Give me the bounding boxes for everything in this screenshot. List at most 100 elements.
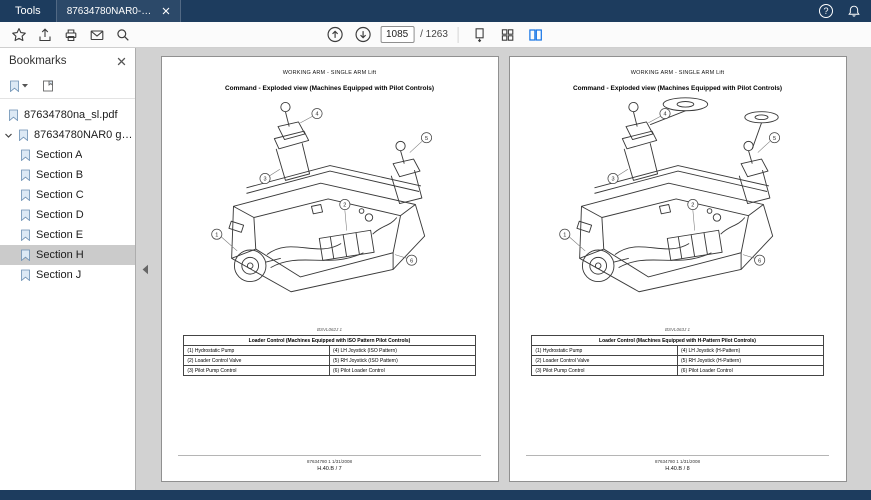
page-header: WORKING ARM - SINGLE ARM Lift — [282, 70, 377, 76]
table-caption: Loader Control (Machines Equipped with H… — [531, 335, 824, 346]
expand-current-bookmark-icon[interactable] — [42, 80, 54, 92]
page-footer: 87634780 1 1/31/2008 H.40.B / 8 — [526, 455, 829, 472]
table-cell: (1) Hydrostatic Pump — [183, 345, 330, 356]
tools-tab[interactable]: Tools — [0, 0, 56, 22]
document-tab-label: 87634780NAR0-Lin... — [66, 5, 154, 17]
options-caret-icon — [22, 84, 28, 88]
figure-label: BSVL063J 1 — [664, 327, 691, 332]
page-footer: 87634780 1 1/31/2008 H.40.B / 7 — [178, 455, 481, 472]
bookmarks-tree: 87634780na_sl.pdf 87634780NAR0 guts Sect… — [0, 99, 135, 285]
callout-number: 3 — [263, 177, 266, 183]
callout-number: 6 — [758, 258, 761, 264]
footer-pagecode: H.40.B / 8 — [665, 466, 690, 472]
callout-number: 2 — [343, 203, 346, 209]
table-cell: (5) RH Joystick (ISO Pattern) — [329, 355, 476, 366]
bottom-bar — [0, 490, 871, 500]
page-down-button[interactable] — [352, 24, 374, 46]
bookmark-icon — [20, 209, 31, 221]
table-cell: (6) Pilot Loader Control — [677, 365, 824, 376]
table-caption: Loader Control (Machines Equipped with I… — [183, 335, 476, 346]
continuous-scroll-icon[interactable] — [469, 24, 491, 46]
callout-number: 4 — [663, 112, 666, 118]
bookmark-label: Section B — [36, 169, 84, 181]
page-title: Command - Exploded view (Machines Equipp… — [572, 85, 783, 92]
parts-table: Loader Control (Machines Equipped with I… — [183, 335, 476, 376]
sidebar-item-section-b[interactable]: Section B — [0, 165, 135, 185]
page-header: WORKING ARM - SINGLE ARM Lift — [630, 70, 725, 76]
print-icon[interactable] — [60, 24, 82, 46]
main-area: Bookmarks 87634780na_sl.pdf 87634780NAR0… — [0, 48, 871, 490]
page-title: Command - Exploded view (Machines Equipp… — [224, 85, 435, 92]
footer-docinfo: 87634780 1 1/31/2008 — [654, 459, 701, 464]
bookmark-label: Section H — [36, 249, 84, 261]
bookmarks-panel-title: Bookmarks — [9, 55, 67, 67]
table-cell: (5) RH Joystick (H-Pattern) — [677, 355, 824, 366]
bookmark-icon — [20, 249, 31, 261]
page-up-button[interactable] — [324, 24, 346, 46]
sidebar-item-section-a[interactable]: Section A — [0, 145, 135, 165]
bookmarks-panel: Bookmarks 87634780na_sl.pdf 87634780NAR0… — [0, 48, 136, 490]
bookmark-icon — [20, 169, 31, 181]
two-page-view-icon[interactable] — [525, 24, 547, 46]
table-cell: (2) Loader Control Valve — [183, 355, 330, 366]
table-cell: (2) Loader Control Valve — [531, 355, 678, 366]
table-cell: (3) Pilot Pump Control — [183, 365, 330, 376]
sidebar-item-section-d[interactable]: Section D — [0, 205, 135, 225]
pdf-page-left: WORKING ARM - SINGLE ARM Lift Command - … — [160, 56, 499, 482]
share-icon[interactable] — [34, 24, 56, 46]
thumbnail-grid-icon[interactable] — [497, 24, 519, 46]
bookmark-label: Section C — [36, 189, 84, 201]
bookmark-label: 87634780NAR0 guts — [34, 129, 135, 141]
sidebar-item-section-j[interactable]: Section J — [0, 265, 135, 285]
bookmark-label: Section E — [36, 229, 84, 241]
callout-number: 4 — [315, 112, 318, 118]
table-cell: (4) LH Joystick (ISO Pattern) — [329, 345, 476, 356]
sidebar-item-section-c[interactable]: Section C — [0, 185, 135, 205]
bookmark-label: 87634780na_sl.pdf — [24, 109, 118, 121]
table-cell: (4) LH Joystick (H-Pattern) — [677, 345, 824, 356]
page-number-input[interactable] — [380, 26, 415, 43]
exploded-diagram: 1 2 3 4 5 6 — [162, 95, 498, 327]
bookmark-icon — [20, 269, 31, 281]
help-icon[interactable]: ? — [819, 4, 833, 18]
search-icon[interactable] — [112, 24, 134, 46]
sidebar-item-87634780nar0-guts[interactable]: 87634780NAR0 guts — [0, 125, 135, 145]
callout-number: 5 — [772, 136, 775, 142]
sidebar-item-87634780na-sl[interactable]: 87634780na_sl.pdf — [0, 105, 135, 125]
parts-table: Loader Control (Machines Equipped with H… — [531, 335, 824, 376]
email-icon[interactable] — [86, 24, 108, 46]
toolbar: / 1263 — [0, 22, 871, 48]
sidebar-item-section-h[interactable]: Section H — [0, 245, 135, 265]
bookmark-icon — [8, 109, 19, 121]
bookmark-icon — [20, 229, 31, 241]
bookmark-icon — [18, 129, 29, 141]
tools-tab-label: Tools — [15, 5, 41, 17]
bookmark-icon — [20, 149, 31, 161]
bookmark-label: Section J — [36, 269, 82, 281]
pdf-page-right: WORKING ARM - SINGLE ARM Lift Command - … — [508, 56, 847, 482]
favorites-star-icon[interactable] — [8, 24, 30, 46]
bookmark-options-icon[interactable] — [9, 80, 28, 92]
toolbar-separator — [457, 26, 459, 43]
collapse-arrow-icon — [142, 264, 148, 274]
callout-number: 1 — [563, 232, 566, 238]
notifications-bell-icon[interactable] — [847, 4, 861, 18]
page-count-label: / 1263 — [420, 29, 448, 40]
close-bookmarks-icon[interactable] — [117, 57, 126, 66]
table-cell: (1) Hydrostatic Pump — [531, 345, 678, 356]
chevron-down-icon[interactable] — [4, 131, 13, 140]
document-tab[interactable]: 87634780NAR0-Lin... — [55, 0, 181, 22]
table-cell: (3) Pilot Pump Control — [531, 365, 678, 376]
bookmark-icon — [20, 189, 31, 201]
collapse-panel-button[interactable] — [139, 257, 151, 281]
table-cell: (6) Pilot Loader Control — [329, 365, 476, 376]
callout-number: 5 — [424, 136, 427, 142]
callout-number: 2 — [691, 203, 694, 209]
sidebar-item-section-e[interactable]: Section E — [0, 225, 135, 245]
exploded-diagram: 1 2 3 4 5 6 — [510, 95, 846, 327]
callout-number: 6 — [410, 258, 413, 264]
document-view: WORKING ARM - SINGLE ARM Lift Command - … — [136, 48, 871, 490]
bookmark-label: Section A — [36, 149, 83, 161]
tab-close-icon[interactable] — [162, 7, 170, 15]
footer-pagecode: H.40.B / 7 — [317, 466, 342, 472]
